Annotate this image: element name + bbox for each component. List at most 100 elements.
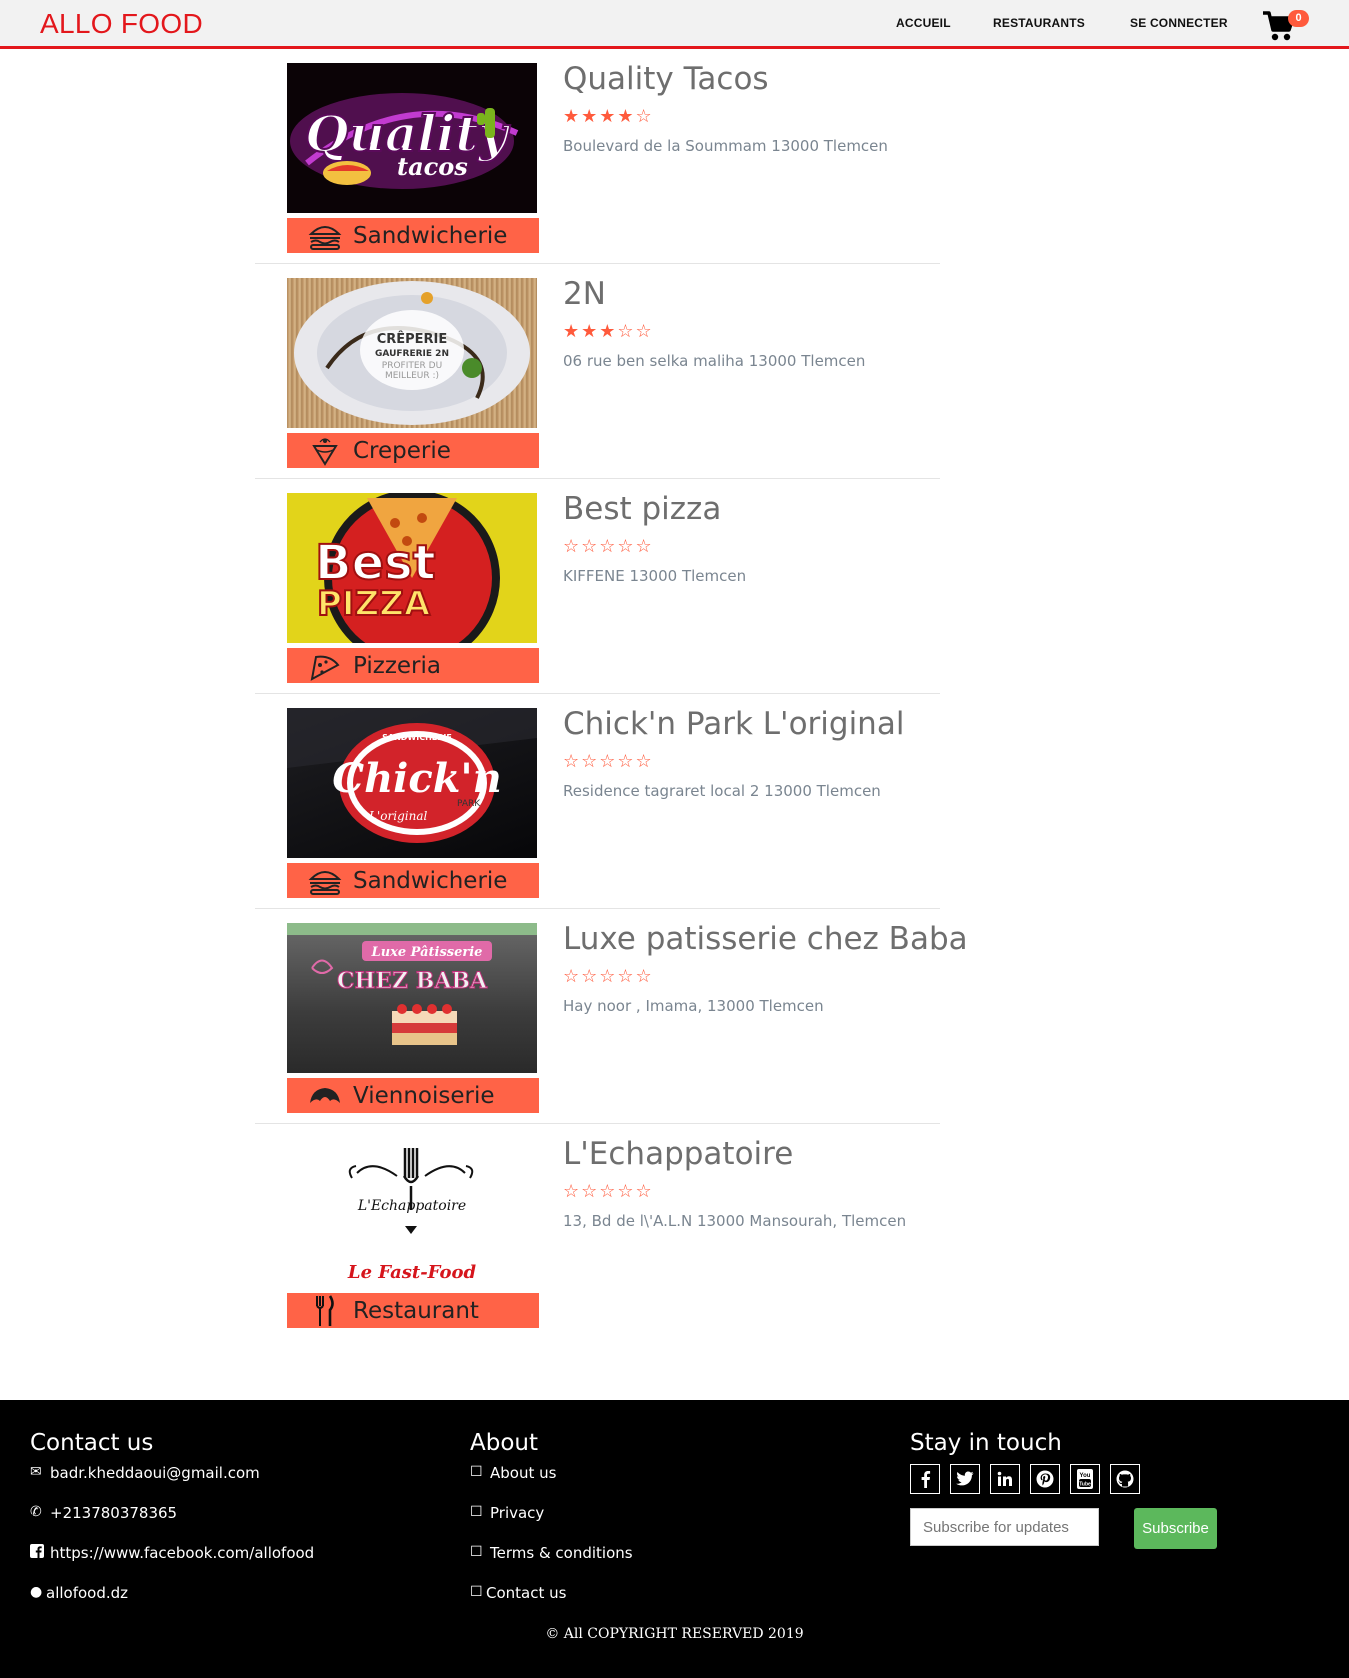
square-icon: ☐ — [470, 1504, 483, 1520]
restaurant-image[interactable]: CRÊPERIE GAUFRERIE 2N PROFITER DU MEILLE… — [287, 278, 537, 428]
linkedin-icon[interactable] — [990, 1464, 1020, 1494]
facebook-icon[interactable] — [910, 1464, 940, 1494]
globe-icon: ● — [30, 1584, 43, 1600]
about-link[interactable]: ☐ About us — [470, 1464, 633, 1504]
terms-link[interactable]: ☐ Terms & conditions — [470, 1544, 633, 1584]
contact-link[interactable]: ☐ Contact us — [470, 1584, 633, 1624]
subscribe-button[interactable]: Subscribe — [1134, 1508, 1217, 1549]
envelope-icon: ✉ — [30, 1464, 42, 1480]
restaurant-card[interactable]: Quality tacos Sandwicherie Quality Tacos… — [255, 49, 940, 264]
svg-text:PARK: PARK — [457, 799, 481, 809]
restaurant-name[interactable]: 2N — [563, 276, 606, 312]
croissant-icon — [305, 1078, 345, 1113]
svg-text:Chick'n: Chick'n — [332, 755, 502, 802]
category-label: Sandwicherie — [353, 222, 508, 249]
restaurant-card[interactable]: CRÊPERIE GAUFRERIE 2N PROFITER DU MEILLE… — [255, 264, 940, 479]
svg-text:You: You — [1080, 1473, 1091, 1479]
privacy-link[interactable]: ☐ Privacy — [470, 1504, 633, 1544]
footer-about: About ☐ About us ☐ Privacy ☐ Terms & condit… — [470, 1430, 633, 1624]
svg-text:Tube: Tube — [1079, 1482, 1091, 1488]
category-tag[interactable]: Creperie — [287, 433, 539, 468]
subscribe-form: Subscribe — [910, 1508, 1217, 1549]
rating-stars: ☆☆☆☆☆ — [563, 1181, 654, 1202]
pinterest-icon[interactable] — [1030, 1464, 1060, 1494]
restaurant-image[interactable]: Best PIZZA — [287, 493, 537, 643]
contact-facebook[interactable]: https://www.facebook.com/allofood — [30, 1544, 314, 1584]
restaurant-image[interactable]: SANDWICHERIE Chick'n PARK L'original — [287, 708, 537, 858]
restaurant-name[interactable]: Chick'n Park L'original — [563, 706, 904, 742]
svg-text:PIZZA: PIZZA — [317, 584, 431, 624]
category-label: Pizzeria — [353, 652, 441, 679]
nav-accueil[interactable]: ACCUEIL — [896, 16, 951, 30]
brand-logo[interactable]: ALLO FOOD — [40, 8, 203, 40]
svg-text:MEILLEUR :): MEILLEUR :) — [385, 371, 439, 381]
restaurant-name[interactable]: Best pizza — [563, 491, 721, 527]
terms-link-label: Terms & conditions — [490, 1544, 633, 1562]
svg-text:Luxe Pâtisserie: Luxe Pâtisserie — [371, 945, 483, 960]
restaurant-address: KIFFENE 13000 Tlemcen — [563, 567, 747, 585]
svg-text:CRÊPERIE: CRÊPERIE — [377, 331, 448, 347]
restaurant-address: Hay noor , Imama, 13000 Tlemcen — [563, 997, 824, 1015]
restaurant-address: Boulevard de la Soummam 13000 Tlemcen — [563, 137, 888, 155]
contact-phone[interactable]: ✆ +213780378365 — [30, 1504, 314, 1544]
category-label: Viennoiserie — [353, 1082, 495, 1109]
youtube-icon[interactable]: You Tube — [1070, 1464, 1100, 1494]
svg-text:CHEZ BABA: CHEZ BABA — [337, 968, 488, 994]
category-tag[interactable]: Sandwicherie — [287, 218, 539, 253]
github-icon[interactable] — [1110, 1464, 1140, 1494]
twitter-icon[interactable] — [950, 1464, 980, 1494]
contact-website[interactable]: ● allofood.dz — [30, 1584, 314, 1624]
category-label: Restaurant — [353, 1297, 479, 1324]
svg-text:L'original: L'original — [368, 809, 427, 823]
stay-title: Stay in touch — [910, 1430, 1062, 1456]
category-tag[interactable]: Sandwicherie — [287, 863, 539, 898]
subscribe-input[interactable] — [910, 1508, 1099, 1546]
contact-website-text: allofood.dz — [46, 1584, 129, 1602]
cart-count-badge: 0 — [1288, 10, 1309, 27]
rating-stars: ☆☆☆☆☆ — [563, 536, 654, 557]
contact-link-label: Contact us — [486, 1584, 567, 1602]
svg-text:Best: Best — [315, 535, 436, 591]
nav-login[interactable]: SE CONNECTER — [1130, 16, 1228, 30]
footer-stay-in-touch: Stay in touch You Tube Subscribe — [910, 1430, 1217, 1549]
square-icon: ☐ — [470, 1544, 483, 1560]
restaurant-image[interactable]: L'Echappatoire Le Fast-Food — [287, 1138, 537, 1288]
rating-stars: ★★★★☆ — [563, 106, 654, 127]
svg-text:GAUFRERIE 2N: GAUFRERIE 2N — [375, 349, 449, 359]
restaurant-card[interactable]: L'Echappatoire Le Fast-Food Restaurant L… — [255, 1124, 940, 1339]
pizza-slice-icon — [305, 648, 345, 683]
nav-restaurants[interactable]: RESTAURANTS — [993, 16, 1085, 30]
restaurant-card[interactable]: SANDWICHERIE Chick'n PARK L'original San… — [255, 694, 940, 909]
burger-icon — [305, 863, 345, 898]
contact-facebook-text: https://www.facebook.com/allofood — [50, 1544, 315, 1562]
facebook-square-icon — [30, 1544, 48, 1562]
category-tag[interactable]: Restaurant — [287, 1293, 539, 1328]
fork-knife-icon — [305, 1293, 345, 1328]
contact-email[interactable]: ✉ badr.kheddaoui@gmail.com — [30, 1464, 314, 1504]
restaurant-card[interactable]: Best PIZZA Pizzeria Best pizza ☆☆☆☆☆ KIF… — [255, 479, 940, 694]
restaurant-image[interactable]: Quality tacos — [287, 63, 537, 213]
restaurant-image[interactable]: Luxe Pâtisserie CHEZ BABA — [287, 923, 537, 1073]
phone-icon: ✆ — [30, 1504, 42, 1520]
navbar: ALLO FOOD ACCUEIL RESTAURANTS SE CONNECT… — [0, 0, 1349, 49]
square-icon: ☐ — [470, 1584, 483, 1600]
restaurant-card[interactable]: Luxe Pâtisserie CHEZ BABA Viennoiserie L… — [255, 909, 968, 1124]
contact-phone-text: +213780378365 — [50, 1504, 178, 1522]
category-label: Creperie — [353, 437, 451, 464]
burger-icon — [305, 218, 345, 253]
crepe-icon — [305, 433, 345, 468]
restaurant-name[interactable]: L'Echappatoire — [563, 1136, 793, 1172]
cart-button[interactable]: 0 — [1262, 8, 1309, 42]
svg-text:PROFITER DU: PROFITER DU — [382, 361, 442, 371]
svg-text:L'Echappatoire: L'Echappatoire — [357, 1198, 466, 1214]
privacy-link-label: Privacy — [490, 1504, 545, 1522]
restaurant-name[interactable]: Luxe patisserie chez Baba — [563, 921, 968, 957]
restaurant-list: Quality tacos Sandwicherie Quality Tacos… — [255, 49, 968, 1339]
svg-text:Le Fast-Food: Le Fast-Food — [347, 1262, 477, 1283]
svg-text:SANDWICHERIE: SANDWICHERIE — [382, 733, 452, 742]
svg-text:tacos: tacos — [397, 152, 468, 181]
contact-email-text: badr.kheddaoui@gmail.com — [50, 1464, 260, 1482]
category-tag[interactable]: Pizzeria — [287, 648, 539, 683]
category-tag[interactable]: Viennoiserie — [287, 1078, 539, 1113]
restaurant-name[interactable]: Quality Tacos — [563, 61, 769, 97]
